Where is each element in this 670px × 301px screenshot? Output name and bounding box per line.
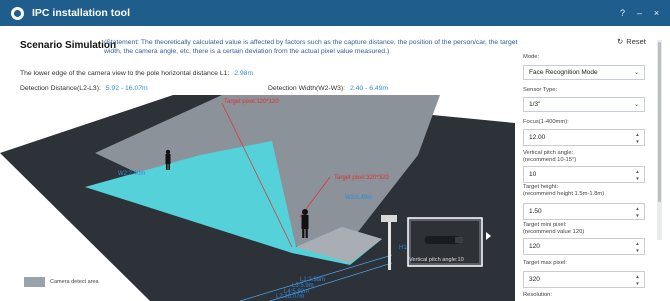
close-icon[interactable]: × — [649, 5, 664, 20]
legend-swatch — [24, 277, 45, 287]
target-height-value: 1.50 — [529, 208, 542, 215]
detection-distance-info: Detection Distance(L2-L3): 5.92 - 16.07m — [20, 85, 148, 92]
pitch-angle-label: Vertical pitch angle: (recommend 10-15°) — [523, 150, 577, 163]
mode-label: Mode: — [523, 54, 540, 60]
legend-label: Camera detect area — [50, 279, 99, 285]
target-pixel-far-label: Target pixel:120*120 — [224, 99, 279, 105]
target-height-input[interactable]: 1.50 ▲ ▼ — [523, 203, 645, 220]
target-pixel-near-label: Target pixel:320*320 — [334, 175, 389, 181]
focus-value: 12.00 — [529, 134, 546, 141]
focus-input[interactable]: 12.00 ▲ ▼ — [523, 129, 645, 146]
detection-width-info: Detection Width(W2-W3): 2.40 - 6.49m — [268, 85, 388, 92]
spinner-arrows-icon[interactable]: ▲ ▼ — [634, 205, 641, 219]
scrollbar-thumb[interactable] — [658, 42, 661, 202]
target-height-label: Target height: (recommend height 1.5m-1.… — [523, 184, 605, 197]
parameter-panel: Mode: Face Recognition Mode ⌄ Sensor Typ… — [519, 50, 658, 301]
lower-edge-label: The lower edge of the camera view to the… — [20, 70, 230, 77]
page-title: Scenario Simulation — [20, 40, 117, 51]
target-mini-pixel-input[interactable]: 120 ▲ ▼ — [523, 238, 645, 255]
window-controls: ? – × — [615, 5, 664, 20]
target-mini-pixel-label: Target mini pixel: (recommend value 120) — [523, 222, 585, 235]
resolution-label: Resolution: — [523, 292, 553, 298]
target-mini-pixel-value: 120 — [529, 243, 540, 250]
detection-width-value: 2.40 - 6.49m — [349, 85, 389, 92]
camera-body — [381, 215, 397, 222]
app-logo-icon — [11, 6, 24, 20]
width-label-w2: W2:2.40m — [118, 171, 146, 177]
pole — [388, 220, 391, 270]
sensor-type-value: 1/3" — [529, 101, 541, 108]
window-title: IPC installation tool — [32, 7, 131, 19]
target-max-pixel-value: 320 — [529, 276, 540, 283]
spinner-arrows-icon[interactable]: ▲ ▼ — [634, 240, 641, 254]
scenario-scene: Target pixel:120*120 Target pixel:320*32… — [0, 95, 515, 301]
scene-drawing — [0, 95, 515, 301]
height-label: H1 — [399, 245, 407, 251]
reset-button[interactable]: ↻ Reset — [617, 37, 646, 46]
mode-select[interactable]: Face Recognition Mode ⌄ — [523, 65, 645, 80]
reset-icon: ↻ — [617, 37, 624, 46]
sensor-type-label: Sensor Type: — [523, 87, 558, 93]
mode-value: Face Recognition Mode — [529, 69, 598, 76]
lower-edge-info: The lower edge of the camera view to the… — [20, 70, 253, 77]
target-max-pixel-label: Target max pixel: — [523, 260, 567, 266]
pitch-angle-input[interactable]: 10 ▲ ▼ — [523, 166, 645, 183]
panel-scrollbar[interactable] — [657, 40, 662, 240]
target-max-pixel-input[interactable]: 320 ▲ ▼ — [523, 271, 645, 288]
reset-label: Reset — [626, 37, 646, 46]
title-bar: IPC installation tool ? – × — [0, 0, 670, 26]
chevron-down-icon: ⌄ — [633, 102, 639, 108]
statement-text: (Statement: The theoretically calculated… — [104, 39, 518, 55]
width-label-w3: W3:6.49m — [345, 195, 373, 201]
device-preview-label: Vertical pitch angle:10 — [409, 257, 464, 263]
detection-distance-value: 5.92 - 16.07m — [105, 85, 148, 92]
spinner-arrows-icon[interactable]: ▲ ▼ — [634, 273, 641, 287]
spinner-arrows-icon[interactable]: ▲ ▼ — [634, 131, 641, 145]
legend: Camera detect area — [24, 277, 99, 287]
detection-distance-label: Detection Distance(L2-L3): — [20, 85, 101, 92]
detection-width-label: Detection Width(W2-W3): — [268, 85, 346, 92]
focus-label: Focus(1-400mm): — [523, 119, 569, 125]
pitch-angle-value: 10 — [529, 171, 537, 178]
chevron-down-icon: ⌄ — [633, 70, 639, 76]
help-icon[interactable]: ? — [615, 5, 630, 20]
lower-edge-value: 2.98m — [234, 70, 254, 77]
distance-label-l2: L2:16.07m — [276, 294, 305, 300]
sensor-type-select[interactable]: 1/3" ⌄ — [523, 97, 645, 112]
spinner-arrows-icon[interactable]: ▲ ▼ — [634, 168, 641, 182]
minimize-icon[interactable]: – — [632, 5, 647, 20]
